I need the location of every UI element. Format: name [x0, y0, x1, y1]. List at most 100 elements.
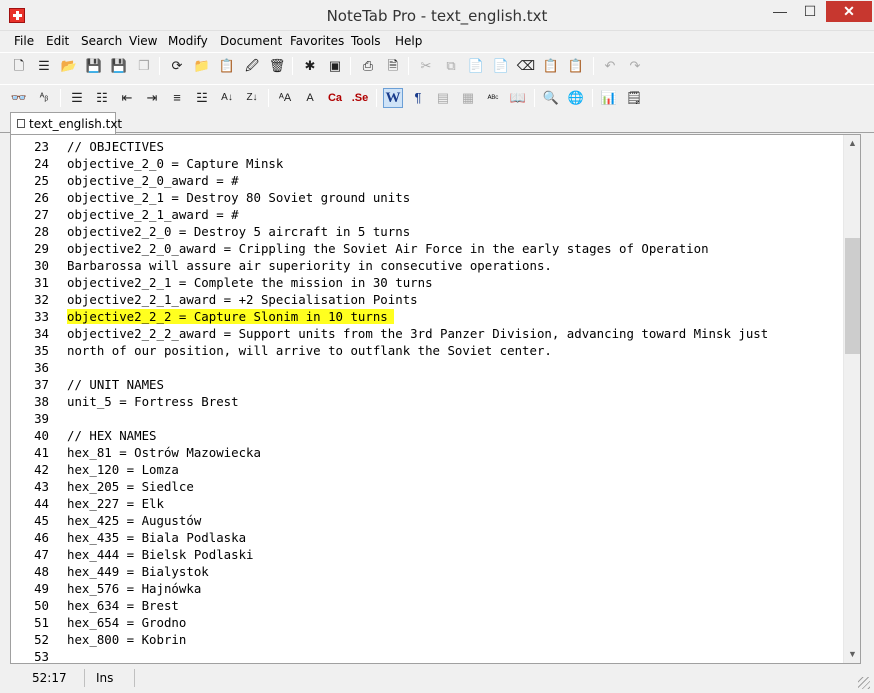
- text-line[interactable]: Barbarossa will assure air superiority i…: [67, 257, 552, 274]
- highlighted-text-line[interactable]: objective2_2_2 = Capture Slonim in 10 tu…: [67, 308, 394, 325]
- menu-edit[interactable]: Edit: [46, 34, 69, 48]
- text-line[interactable]: hex_425 = Augustów: [67, 512, 201, 529]
- status-divider: [134, 669, 135, 687]
- font-size-icon[interactable]: ᴬA: [275, 88, 295, 108]
- text-line[interactable]: hex_800 = Kobrin: [67, 631, 186, 648]
- menu-view[interactable]: View: [129, 34, 157, 48]
- thesaurus-icon[interactable]: 📖: [508, 88, 528, 108]
- print-preview-icon[interactable]: 🗎: [383, 56, 403, 76]
- save-icon[interactable]: 💾: [84, 56, 104, 76]
- document-info-icon[interactable]: 🗒: [624, 88, 644, 108]
- menu-search[interactable]: Search: [81, 34, 122, 48]
- text-line[interactable]: hex_444 = Bielsk Podlaski: [67, 546, 254, 563]
- save-all-icon[interactable]: ❐: [134, 56, 154, 76]
- print-icon[interactable]: ⎙: [358, 56, 378, 76]
- menu-file[interactable]: File: [14, 34, 34, 48]
- text-line[interactable]: hex_227 = Elk: [67, 495, 164, 512]
- spell-check-icon[interactable]: ᴬᴮᶜ: [483, 88, 503, 108]
- spell-replace-icon[interactable]: ᴬᵦ: [34, 88, 54, 108]
- text-line[interactable]: objective2_2_1_award = +2 Specialisation…: [67, 291, 418, 308]
- align-icon[interactable]: ≡: [167, 88, 187, 108]
- text-line[interactable]: hex_634 = Brest: [67, 597, 179, 614]
- bullet-list-icon[interactable]: ☰: [67, 88, 87, 108]
- text-line[interactable]: hex_654 = Grodno: [67, 614, 186, 631]
- text-line[interactable]: // UNIT NAMES: [67, 376, 164, 393]
- text-line[interactable]: hex_120 = Lomza: [67, 461, 179, 478]
- menu-favorites[interactable]: Favorites: [290, 34, 344, 48]
- text-line[interactable]: objective2_2_2_award = Support units fro…: [67, 325, 768, 342]
- sort-ascending-icon[interactable]: A↓: [217, 88, 237, 108]
- statistics-icon[interactable]: 📊: [599, 88, 619, 108]
- web-search-icon[interactable]: 🔍: [541, 88, 561, 108]
- scroll-thumb[interactable]: [845, 238, 860, 354]
- paragraph-marks-icon[interactable]: ¶: [408, 88, 428, 108]
- scroll-down-arrow-icon[interactable]: ▼: [844, 646, 860, 663]
- new-outline-icon[interactable]: ☰: [34, 56, 54, 76]
- save-as-icon[interactable]: 💾: [109, 56, 129, 76]
- text-line[interactable]: objective_2_0_award = #: [67, 172, 239, 189]
- find-icon[interactable]: 👓: [9, 88, 29, 108]
- text-line[interactable]: unit_5 = Fortress Brest: [67, 393, 239, 410]
- insert-file-icon[interactable]: ▣: [325, 56, 345, 76]
- clipboard-icon[interactable]: 📋: [541, 56, 561, 76]
- tab-text-english[interactable]: text_english.txt: [10, 112, 122, 134]
- indent-icon[interactable]: ⇥: [142, 88, 162, 108]
- clipboard-append-icon[interactable]: 📋: [566, 56, 586, 76]
- minimize-button[interactable]: —: [766, 1, 794, 22]
- calculate-icon[interactable]: ▦: [458, 88, 478, 108]
- clipbook-icon[interactable]: 📋: [217, 56, 237, 76]
- text-line[interactable]: objective_2_0 = Capture Minsk: [67, 155, 283, 172]
- text-line[interactable]: hex_435 = Biala Podlaska: [67, 529, 246, 546]
- text-line[interactable]: objective2_2_0 = Destroy 5 aircraft in 5…: [67, 223, 410, 240]
- open-favorites-icon[interactable]: 📁: [192, 56, 212, 76]
- resize-grip-icon[interactable]: [858, 677, 870, 689]
- sentence-case-icon[interactable]: .Se: [350, 88, 370, 108]
- menu-modify[interactable]: Modify: [168, 34, 208, 48]
- redo-icon[interactable]: ↷: [625, 56, 645, 76]
- capitalize-icon[interactable]: Ca: [325, 88, 345, 108]
- browser-view-icon[interactable]: 🌐: [566, 88, 586, 108]
- copy-icon[interactable]: ⧉: [441, 56, 461, 76]
- text-line[interactable]: north of our position, will arrive to ou…: [67, 342, 552, 359]
- numbered-list-icon[interactable]: ☷: [92, 88, 112, 108]
- outdent-icon[interactable]: ⇤: [117, 88, 137, 108]
- paste-special-icon[interactable]: 📄: [491, 56, 511, 76]
- ruler-icon[interactable]: ▤: [433, 88, 453, 108]
- text-line[interactable]: objective_2_1_award = #: [67, 206, 239, 223]
- menu-help[interactable]: Help: [395, 34, 422, 48]
- close-button[interactable]: ✕: [826, 1, 872, 22]
- line-number: 32: [34, 292, 49, 307]
- text-line[interactable]: objective_2_1 = Destroy 80 Soviet ground…: [67, 189, 410, 206]
- delete-icon[interactable]: 🗑: [267, 56, 287, 76]
- menu-tools[interactable]: Tools: [351, 34, 381, 48]
- open-folder-icon[interactable]: 📂: [59, 56, 79, 76]
- menu-bar: File Edit Search View Modify Document Fa…: [0, 31, 874, 51]
- text-line[interactable]: hex_449 = Bialystok: [67, 563, 209, 580]
- insert-mode[interactable]: Ins: [96, 671, 113, 685]
- text-line[interactable]: objective2_2_0_award = Crippling the Sov…: [67, 240, 709, 257]
- editor-text-area[interactable]: // OBJECTIVES objective_2_0 = Capture Min…: [67, 135, 842, 663]
- text-line[interactable]: // HEX NAMES: [67, 427, 157, 444]
- cut-icon[interactable]: ✂: [416, 56, 436, 76]
- insert-date-icon[interactable]: ✱: [300, 56, 320, 76]
- sort-descending-icon[interactable]: Z↓: [242, 88, 262, 108]
- undo-icon[interactable]: ↶: [600, 56, 620, 76]
- text-line[interactable]: // OBJECTIVES: [67, 138, 164, 155]
- menu-document[interactable]: Document: [220, 34, 282, 48]
- text-line[interactable]: hex_576 = Hajnówka: [67, 580, 201, 597]
- new-document-icon[interactable]: 🗋: [9, 56, 29, 76]
- text-line[interactable]: hex_205 = Siedlce: [67, 478, 194, 495]
- paste-icon[interactable]: 📄: [466, 56, 486, 76]
- vertical-scrollbar[interactable]: ▲ ▼: [843, 135, 860, 663]
- text-line[interactable]: objective2_2_1 = Complete the mission in…: [67, 274, 433, 291]
- uppercase-icon[interactable]: A: [300, 88, 320, 108]
- text-line[interactable]: hex_81 = Ostrów Mazowiecka: [67, 444, 261, 461]
- eraser-icon[interactable]: ⌫: [516, 56, 536, 76]
- file-properties-icon[interactable]: 🖉: [242, 56, 262, 76]
- reload-icon[interactable]: ⟳: [167, 56, 187, 76]
- word-wrap-icon[interactable]: W: [383, 88, 403, 108]
- scroll-up-arrow-icon[interactable]: ▲: [844, 135, 860, 152]
- maximize-button[interactable]: ☐: [796, 1, 824, 22]
- justify-icon[interactable]: ☳: [192, 88, 212, 108]
- text-editor[interactable]: 23 24 25 26 27 28 29 30 31 32 33 34 35 36 37 38 39 40 41 42…: [10, 134, 861, 664]
